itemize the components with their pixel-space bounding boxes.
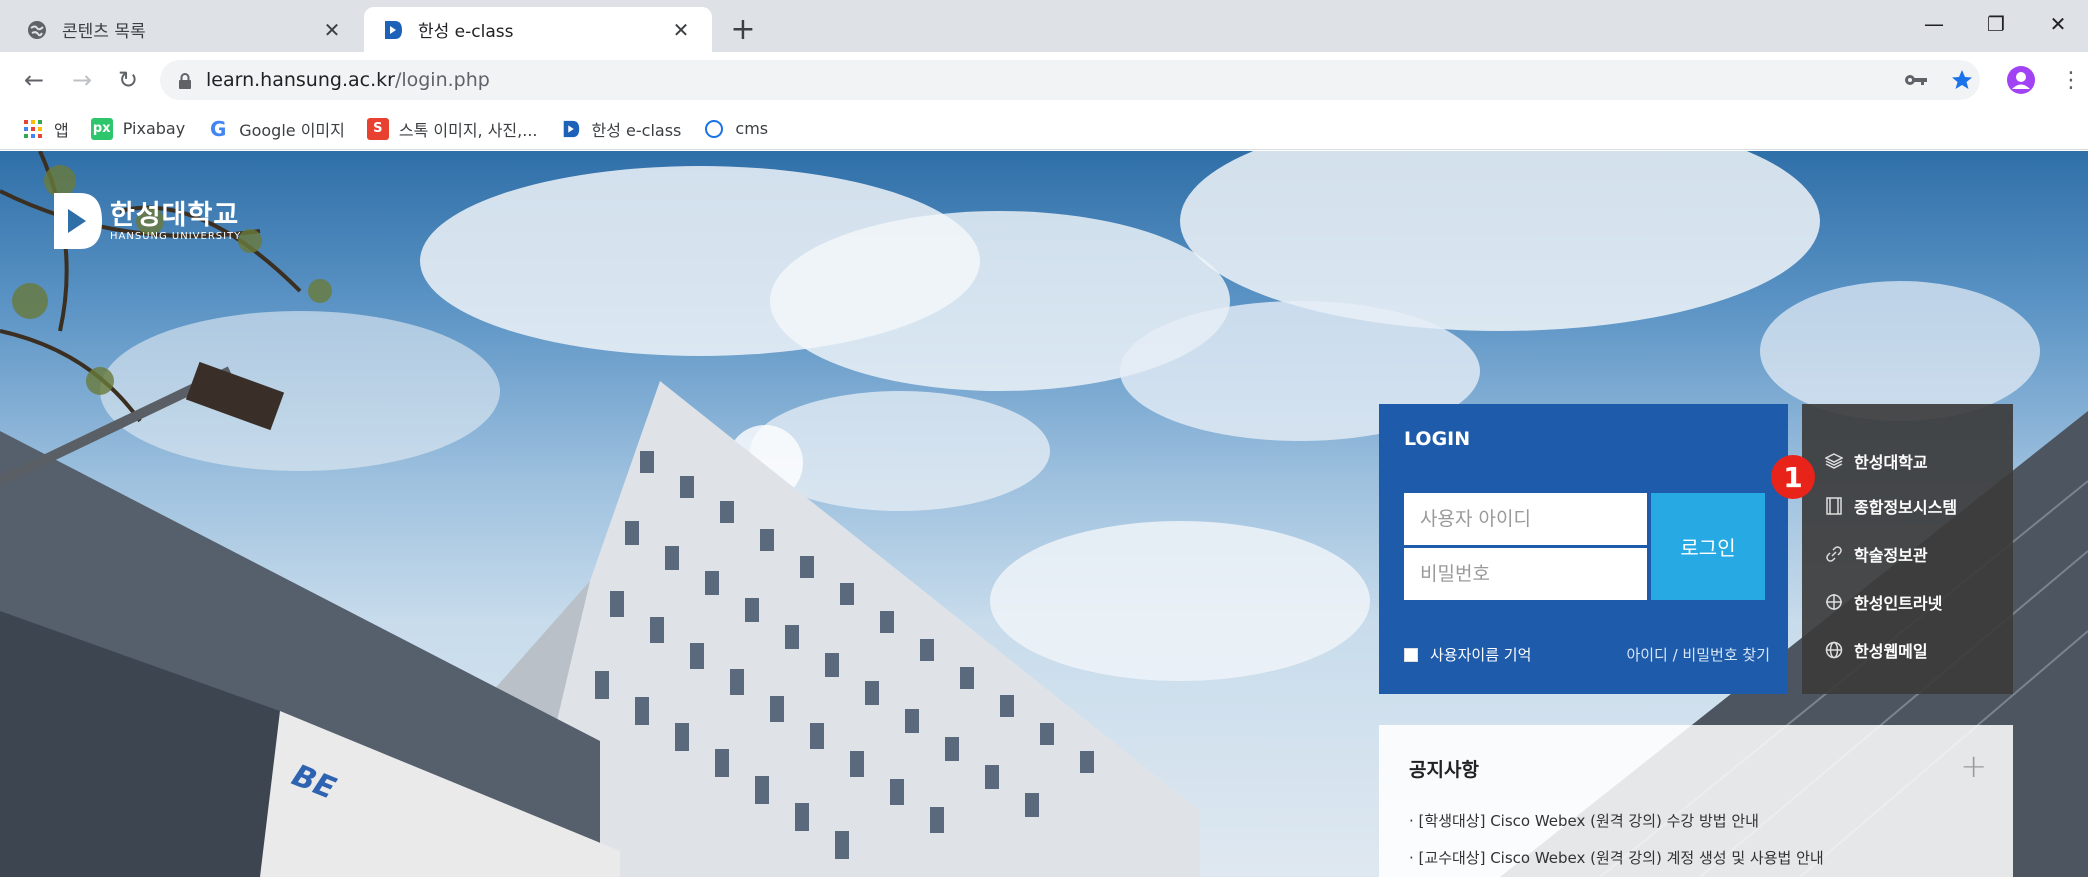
logo-english-text: HANSUNG UNIVERSITY bbox=[110, 230, 242, 242]
tab-eclass[interactable]: 한성 e-class ✕ bbox=[364, 7, 712, 52]
forward-button[interactable]: → bbox=[64, 62, 100, 98]
tab-content-list[interactable]: 콘텐츠 목록 ✕ bbox=[8, 7, 363, 52]
find-id-password-link[interactable]: 아이디 / 비밀번호 찾기 bbox=[1626, 644, 1770, 665]
address-bar[interactable]: learn.hansung.ac.kr /login.php bbox=[160, 60, 1980, 100]
password-input[interactable] bbox=[1404, 548, 1647, 600]
new-tab-button[interactable]: + bbox=[726, 12, 760, 47]
tab-strip: 콘텐츠 목록 ✕ 한성 e-class ✕ + — ❐ ✕ bbox=[0, 0, 2088, 52]
tab-title: 한성 e-class bbox=[418, 22, 514, 42]
university-logo[interactable]: 한성대학교 HANSUNG UNIVERSITY bbox=[52, 191, 241, 251]
link-intranet[interactable]: 한성인트라넷 bbox=[1824, 590, 1942, 614]
notice-item[interactable]: · [학생대상] Cisco Webex (원격 강의) 수강 방법 안내 bbox=[1409, 810, 1759, 831]
tab-title: 콘텐츠 목록 bbox=[62, 22, 146, 42]
link-icon bbox=[1824, 544, 1844, 564]
google-icon: G bbox=[209, 116, 227, 141]
login-panel: LOGIN 로그인 사용자이름 기억 아이디 / 비밀번호 찾기 bbox=[1379, 404, 1788, 694]
globe-icon bbox=[1824, 640, 1844, 660]
cms-circle-icon bbox=[703, 118, 725, 140]
bookmark-eclass[interactable]: 한성 e-class bbox=[560, 117, 682, 141]
apps-grid-icon bbox=[22, 118, 44, 140]
layers-icon bbox=[1824, 451, 1844, 471]
tab-close-icon[interactable]: ✕ bbox=[668, 17, 694, 43]
link-hansung-university[interactable]: 한성대학교 bbox=[1824, 449, 1928, 473]
notice-item[interactable]: · [교수대상] Cisco Webex (원격 강의) 계정 생성 및 사용법… bbox=[1409, 847, 1824, 868]
key-icon[interactable] bbox=[1904, 66, 1928, 94]
link-label: 한성웹메일 bbox=[1854, 642, 1928, 661]
bookmark-cms[interactable]: cms bbox=[703, 118, 768, 140]
stock-photo-icon: S bbox=[366, 117, 389, 140]
annotation-badge: 1 bbox=[1771, 455, 1815, 499]
bookmark-apps[interactable]: 앱 bbox=[22, 117, 69, 141]
notice-more-button[interactable]: + bbox=[1960, 747, 1987, 785]
crosshair-icon bbox=[1824, 592, 1844, 612]
bookmark-label: cms bbox=[735, 119, 769, 138]
menu-kebab-icon[interactable]: ⋮ bbox=[2060, 66, 2082, 94]
remember-checkbox[interactable] bbox=[1404, 647, 1418, 662]
arrow-left-icon: ← bbox=[23, 66, 45, 94]
quick-links-panel: 한성대학교 종합정보시스템 학술정보관 한성인트라넷 한성웹메일 bbox=[1802, 404, 2013, 694]
bookmark-pixabay[interactable]: px Pixabay bbox=[90, 117, 186, 140]
remember-label: 사용자이름 기억 bbox=[1430, 646, 1532, 664]
bookmark-google-images[interactable]: G Google 이미지 bbox=[207, 117, 345, 141]
bookmark-label: 한성 e-class bbox=[591, 120, 682, 140]
url-path: /login.php bbox=[394, 69, 490, 91]
minimize-button[interactable]: — bbox=[1904, 6, 1964, 42]
pixabay-icon: px bbox=[90, 117, 113, 140]
remember-username[interactable]: 사용자이름 기억 bbox=[1404, 644, 1531, 665]
link-label: 한성대학교 bbox=[1854, 453, 1928, 472]
browser-toolbar: ← → ↻ learn.hansung.ac.kr /login.php ⋮ bbox=[0, 52, 2088, 108]
arrow-right-icon: → bbox=[71, 66, 93, 94]
hansung-logo-mark-icon bbox=[54, 193, 102, 249]
eclass-icon bbox=[560, 118, 582, 140]
link-label: 학술정보관 bbox=[1854, 546, 1928, 565]
url-host: learn.hansung.ac.kr bbox=[206, 69, 395, 91]
bookmark-stock-images[interactable]: S 스톡 이미지, 사진,... bbox=[366, 117, 538, 141]
bookmark-label: Google 이미지 bbox=[239, 120, 345, 140]
username-input[interactable] bbox=[1404, 493, 1647, 545]
login-button[interactable]: 로그인 bbox=[1651, 493, 1765, 600]
notice-panel: 공지사항 + · [학생대상] Cisco Webex (원격 강의) 수강 방… bbox=[1379, 725, 2013, 877]
link-info-system[interactable]: 종합정보시스템 bbox=[1824, 494, 1957, 518]
logo-korean-text: 한성대학교 bbox=[110, 199, 240, 231]
close-window-button[interactable]: ✕ bbox=[2028, 6, 2088, 42]
bookmark-label: Pixabay bbox=[122, 119, 186, 138]
eclass-favicon-icon bbox=[382, 19, 404, 41]
notice-title: 공지사항 bbox=[1409, 759, 1479, 781]
reload-button[interactable]: ↻ bbox=[110, 62, 146, 98]
bookmarks-bar: 앱 px Pixabay G Google 이미지 S 스톡 이미지, 사진,.… bbox=[0, 108, 2088, 150]
film-icon bbox=[1824, 496, 1844, 516]
link-library[interactable]: 학술정보관 bbox=[1824, 542, 1928, 566]
login-title: LOGIN bbox=[1404, 428, 1471, 450]
link-webmail[interactable]: 한성웹메일 bbox=[1824, 638, 1928, 662]
bookmark-star-icon[interactable] bbox=[1950, 66, 1974, 94]
back-button[interactable]: ← bbox=[16, 62, 52, 98]
link-label: 종합정보시스템 bbox=[1854, 498, 1958, 517]
restore-button[interactable]: ❐ bbox=[1966, 6, 2026, 42]
profile-avatar-icon[interactable] bbox=[2006, 66, 2036, 94]
link-label: 한성인트라넷 bbox=[1854, 594, 1943, 613]
bookmark-label: 스톡 이미지, 사진,... bbox=[398, 120, 538, 140]
globe-favicon-icon bbox=[26, 19, 48, 41]
lock-icon bbox=[178, 72, 192, 89]
bookmark-label: 앱 bbox=[54, 120, 69, 140]
login-page: BE 한성대학교 HANSUNG UNIVERSITY LOGIN 로 bbox=[0, 151, 2088, 877]
tab-close-icon[interactable]: ✕ bbox=[319, 17, 345, 43]
reload-icon: ↻ bbox=[117, 66, 139, 94]
